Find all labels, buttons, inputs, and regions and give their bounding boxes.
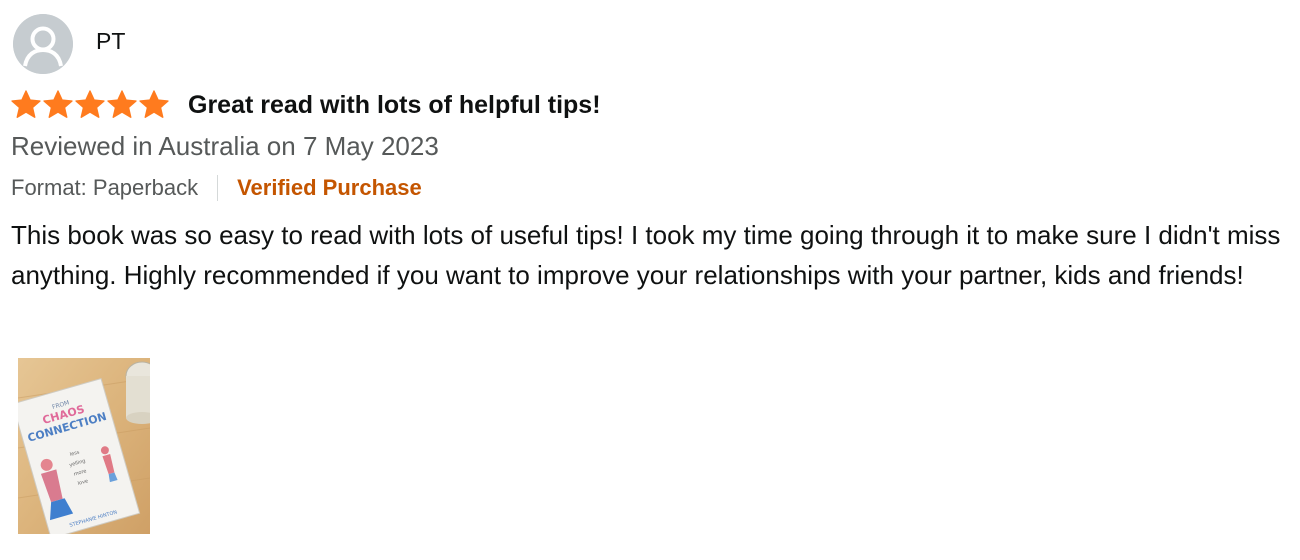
review-body: This book was so easy to read with lots …	[11, 220, 1281, 290]
person-silhouette-icon	[13, 14, 73, 74]
review-title-row: Great read with lots of helpful tips!	[10, 88, 601, 122]
star-icon	[139, 90, 169, 118]
star-icon	[75, 90, 105, 118]
format-link[interactable]: Format: Paperback	[11, 174, 198, 202]
star-icon	[11, 90, 41, 118]
reviewer-profile[interactable]: PT	[13, 14, 125, 74]
meta-divider	[217, 175, 219, 201]
book-photo-image: FROM CHAOS CONNECTION less yelling more …	[18, 358, 150, 534]
star-icon	[107, 90, 137, 118]
verified-purchase-badge: Verified Purchase	[237, 175, 422, 200]
review-date: Reviewed in Australia on 7 May 2023	[11, 131, 439, 161]
customer-photo-thumbnail[interactable]: FROM CHAOS CONNECTION less yelling more …	[18, 358, 150, 534]
star-icon	[43, 90, 73, 118]
star-rating[interactable]	[10, 89, 170, 121]
customer-review: PT Great read with lots of helpful tips!…	[0, 0, 1300, 560]
reviewer-name[interactable]: PT	[96, 28, 125, 54]
review-meta: Format: Paperback Verified Purchase	[11, 172, 422, 204]
review-title[interactable]: Great read with lots of helpful tips!	[188, 90, 601, 120]
